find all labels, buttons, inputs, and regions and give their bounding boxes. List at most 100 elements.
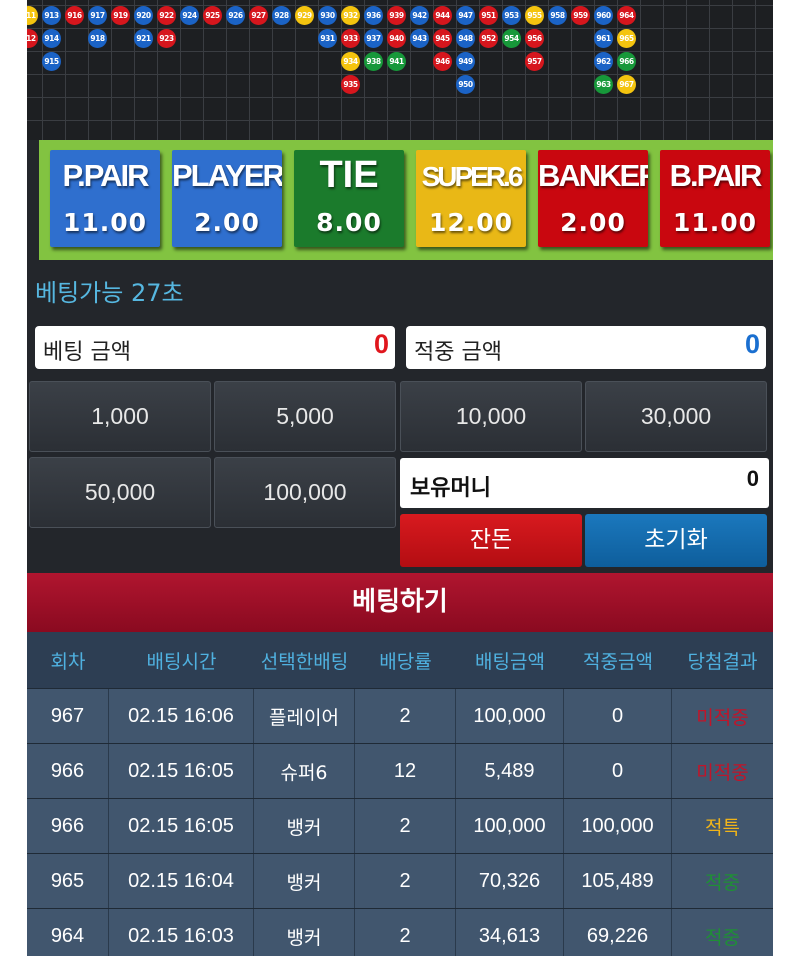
history-time-cell: 02.15 16:06 bbox=[109, 689, 254, 743]
roadmap-dot: 915 bbox=[42, 52, 61, 71]
column-header-amount: 배팅금액 bbox=[475, 650, 545, 673]
win-amount-field: 적중 금액 0 bbox=[406, 326, 766, 369]
baccarat-app: 9119129139149159169179189199209219229239… bbox=[27, 0, 773, 956]
bet-player-button[interactable]: PLAYER 2.00 bbox=[172, 150, 282, 247]
bet-odds: 2.00 bbox=[194, 208, 260, 237]
history-payout-cell: 0 bbox=[564, 689, 672, 743]
bet-name: B.PAIR bbox=[669, 158, 763, 193]
roadmap-dot: 932 bbox=[341, 6, 360, 25]
roadmap-dot: 923 bbox=[157, 29, 176, 48]
change-button[interactable]: 잔돈 bbox=[400, 514, 582, 567]
win-amount-value: 0 bbox=[744, 329, 760, 359]
roadmap-dot: 945 bbox=[433, 29, 452, 48]
bet-tie-button[interactable]: TIE 8.00 bbox=[294, 150, 404, 247]
reset-button[interactable]: 초기화 bbox=[585, 514, 767, 567]
roadmap-dot: 940 bbox=[387, 29, 406, 48]
bet-options-panel: P.PAIR 11.00 PLAYER 2.00 TIE 8.00 SUPER.… bbox=[39, 140, 773, 260]
roadmap-dot: 957 bbox=[525, 52, 544, 71]
table-row: 967 02.15 16:06 플레이어 2 100,000 0 미적중 bbox=[27, 688, 773, 743]
roadmap-dot: 933 bbox=[341, 29, 360, 48]
bet-odds: 11.00 bbox=[672, 208, 758, 237]
roadmap-dot: 912 bbox=[27, 29, 38, 48]
history-round-cell: 965 bbox=[27, 854, 109, 908]
bet-super6-button[interactable]: SUPER.6 12.00 bbox=[416, 150, 526, 247]
roadmap-dot: 961 bbox=[594, 29, 613, 48]
history-round-cell: 967 bbox=[27, 689, 109, 743]
roadmap-dot: 967 bbox=[617, 75, 636, 94]
roadmap-dot: 962 bbox=[594, 52, 613, 71]
table-row: 965 02.15 16:04 뱅커 2 70,326 105,489 적중 bbox=[27, 853, 773, 908]
betting-countdown: 베팅가능 27초 bbox=[35, 279, 184, 307]
roadmap-dot: 921 bbox=[134, 29, 153, 48]
roadmap-dot: 963 bbox=[594, 75, 613, 94]
roadmap-dot: 943 bbox=[410, 29, 429, 48]
roadmap-dot: 960 bbox=[594, 6, 613, 25]
roadmap-dot: 952 bbox=[479, 29, 498, 48]
chip-1000-button[interactable]: 1,000 bbox=[29, 381, 211, 452]
column-header-time: 배팅시간 bbox=[146, 650, 217, 673]
roadmap-dot: 946 bbox=[433, 52, 452, 71]
roadmap-dot: 948 bbox=[456, 29, 475, 48]
roadmap-dot: 951 bbox=[479, 6, 498, 25]
chip-50000-button[interactable]: 50,000 bbox=[29, 457, 211, 528]
history-odds-cell: 2 bbox=[355, 854, 456, 908]
history-time-cell: 02.15 16:05 bbox=[109, 744, 254, 798]
history-round-cell: 964 bbox=[27, 909, 109, 956]
history-payout-cell: 0 bbox=[564, 744, 672, 798]
roadmap-dot: 926 bbox=[226, 6, 245, 25]
history-payout-cell: 69,226 bbox=[564, 909, 672, 956]
roadmap-dot: 947 bbox=[456, 6, 475, 25]
roadmap-dot: 964 bbox=[617, 6, 636, 25]
win-amount-label: 적중 금액 bbox=[414, 340, 502, 365]
roadmap-dot: 922 bbox=[157, 6, 176, 25]
roadmap-dot: 931 bbox=[318, 29, 337, 48]
bet-name: TIE bbox=[319, 154, 379, 196]
table-row: 966 02.15 16:05 슈퍼6 12 5,489 0 미적중 bbox=[27, 743, 773, 798]
roadmap-dot: 925 bbox=[203, 6, 222, 25]
history-time-cell: 02.15 16:04 bbox=[109, 854, 254, 908]
chip-30000-button[interactable]: 30,000 bbox=[585, 381, 767, 452]
bet-banker-pair-button[interactable]: B.PAIR 11.00 bbox=[660, 150, 770, 247]
history-odds-cell: 2 bbox=[355, 689, 456, 743]
roadmap-dot: 919 bbox=[111, 6, 130, 25]
history-amount-cell: 100,000 bbox=[456, 689, 564, 743]
roadmap-dot: 944 bbox=[433, 6, 452, 25]
chip-10000-button[interactable]: 10,000 bbox=[400, 381, 582, 452]
roadmap-dot: 930 bbox=[318, 6, 337, 25]
roadmap-dot: 958 bbox=[548, 6, 567, 25]
bet-odds: 2.00 bbox=[560, 208, 626, 237]
roadmap-dot: 920 bbox=[134, 6, 153, 25]
roadmap-dot: 949 bbox=[456, 52, 475, 71]
roadmap-dot: 966 bbox=[617, 52, 636, 71]
roadmap-dot: 941 bbox=[387, 52, 406, 71]
history-choice-cell: 슈퍼6 bbox=[254, 744, 355, 798]
column-header-payout: 적중금액 bbox=[583, 650, 653, 673]
column-header-choice: 선택한배팅 bbox=[260, 650, 349, 673]
roadmap-dot: 913 bbox=[42, 6, 61, 25]
history-time-cell: 02.15 16:03 bbox=[109, 909, 254, 956]
roadmap-dot: 929 bbox=[295, 6, 314, 25]
bet-banker-button[interactable]: BANKER 2.00 bbox=[538, 150, 648, 247]
roadmap-dot: 918 bbox=[88, 29, 107, 48]
roadmap-dot: 953 bbox=[502, 6, 521, 25]
history-payout-cell: 105,489 bbox=[564, 854, 672, 908]
roadmap-dot: 911 bbox=[27, 6, 38, 25]
history-result-cell: 미적중 bbox=[696, 706, 749, 729]
history-time-cell: 02.15 16:05 bbox=[109, 799, 254, 853]
column-header-round: 회차 bbox=[50, 650, 86, 673]
history-odds-cell: 2 bbox=[355, 909, 456, 956]
table-row: 966 02.15 16:05 뱅커 2 100,000 100,000 적특 bbox=[27, 798, 773, 853]
roadmap-dot: 927 bbox=[249, 6, 268, 25]
roadmap-dot: 917 bbox=[88, 6, 107, 25]
chip-5000-button[interactable]: 5,000 bbox=[214, 381, 396, 452]
bet-player-pair-button[interactable]: P.PAIR 11.00 bbox=[50, 150, 160, 247]
roadmap-dot: 914 bbox=[42, 29, 61, 48]
bet-odds: 8.00 bbox=[316, 208, 382, 237]
chip-100000-button[interactable]: 100,000 bbox=[214, 457, 396, 528]
table-header-row: 회차 배팅시간 선택한배팅 배당률 배팅금액 적중금액 당첨결과 bbox=[27, 632, 773, 688]
bet-odds: 11.00 bbox=[62, 208, 148, 237]
place-bet-button[interactable]: 베팅하기 bbox=[27, 573, 773, 632]
roadmap-dot: 938 bbox=[364, 52, 383, 71]
bet-name: BANKER bbox=[538, 158, 648, 193]
roadmap-dot: 924 bbox=[180, 6, 199, 25]
